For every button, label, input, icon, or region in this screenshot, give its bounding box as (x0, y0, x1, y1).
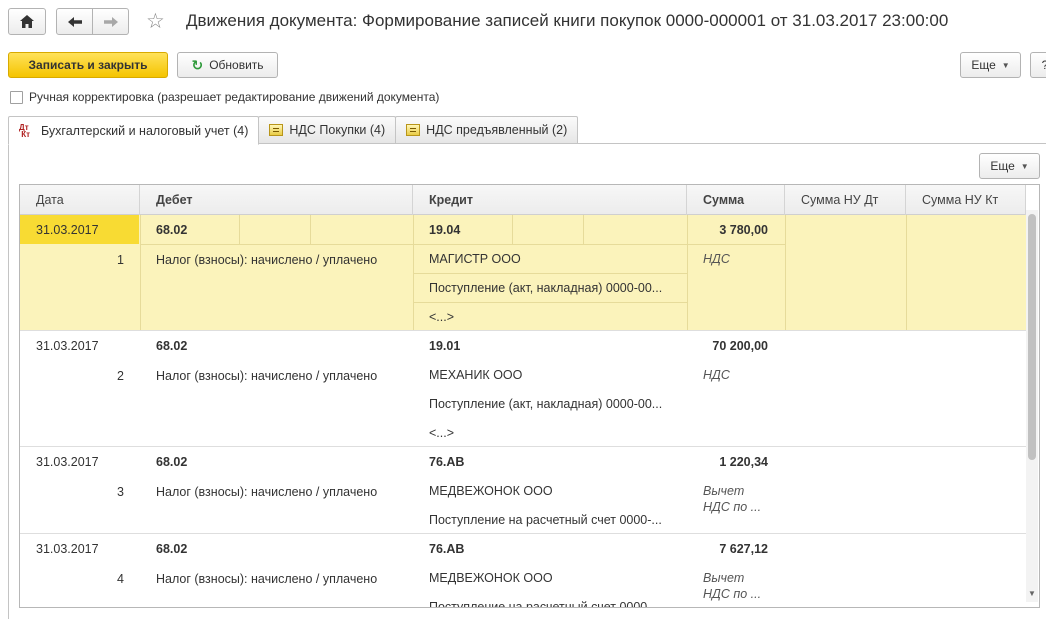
credit-subconto-1: МЕДВЕЖОНОК ООО (429, 484, 553, 498)
arrow-right-icon (103, 16, 118, 27)
table-row[interactable]: 31.03.2017 1 68.02 Налог (взносы): начис… (20, 215, 1026, 331)
favorite-star-icon[interactable]: ☆ (146, 9, 165, 34)
debit-subconto: Налог (взносы): начислено / уплачено (156, 253, 378, 267)
help-button[interactable]: ? (1030, 52, 1046, 78)
scrollbar-thumb[interactable] (1028, 214, 1036, 460)
table-row[interactable]: 31.03.2017 4 68.02 Налог (взносы): начис… (20, 534, 1026, 608)
save-close-button[interactable]: Записать и закрыть (8, 52, 168, 78)
amount-description-2: НДС по ... (703, 587, 762, 601)
window-title: Движения документа: Формирование записей… (186, 11, 949, 30)
debit-account: 68.02 (156, 339, 188, 353)
back-button[interactable] (56, 8, 93, 35)
posting-amount: 70 200,00 (712, 339, 768, 353)
posting-date: 31.03.2017 (36, 339, 99, 353)
grid-more-menu-button[interactable]: Еще ▼ (979, 153, 1040, 179)
posting-number: 3 (117, 485, 124, 499)
home-button[interactable] (8, 8, 46, 35)
tab-label: НДС Покупки (4) (289, 123, 386, 137)
debit-subconto: Налог (взносы): начислено / уплачено (156, 572, 378, 586)
column-header-debit[interactable]: Дебет (140, 185, 413, 215)
manual-edit-label: Ручная корректировка (разрешает редактир… (29, 90, 440, 104)
credit-subconto-1: МЕДВЕЖОНОК ООО (429, 571, 553, 585)
posting-date: 31.03.2017 (36, 455, 99, 469)
more-label: Еще (990, 159, 1015, 173)
credit-account: 76.АВ (429, 455, 465, 469)
credit-subconto-2: Поступление (акт, накладная) 0000-00... (429, 281, 663, 295)
credit-subconto-2: Поступление на расчетный счет 0000-... (429, 600, 662, 608)
more-label: Еще (971, 58, 996, 72)
amount-description: Вычет (703, 571, 745, 585)
debit-account: 68.02 (156, 455, 188, 469)
tab-vat-presented[interactable]: НДС предъявленный (2) (395, 116, 579, 144)
arrow-left-icon (67, 16, 82, 27)
credit-subconto-1: МАГИСТР ООО (429, 252, 521, 266)
tab-accounting[interactable]: Дт Кт Бухгалтерский и налоговый учет (4) (8, 116, 260, 145)
table-header: Дата Дебет Кредит Сумма Сумма НУ Дт Сумм… (20, 185, 1026, 215)
credit-subconto-3: <...> (429, 310, 455, 324)
dropdown-caret-icon: ▼ (1001, 60, 1010, 70)
posting-number: 4 (117, 572, 124, 586)
forward-button[interactable] (92, 8, 129, 35)
register-tabs: Дт Кт Бухгалтерский и налоговый учет (4)… (8, 116, 579, 145)
credit-account: 76.АВ (429, 542, 465, 556)
column-header-amount-tax-dt[interactable]: Сумма НУ Дт (785, 185, 906, 215)
debit-account: 68.02 (156, 223, 188, 237)
dropdown-caret-icon: ▼ (1020, 161, 1029, 171)
help-label: ? (1042, 58, 1046, 72)
column-header-date[interactable]: Дата (20, 185, 140, 215)
register-icon (269, 124, 284, 136)
register-icon (406, 124, 421, 136)
credit-subconto-2: Поступление на расчетный счет 0000-... (429, 513, 662, 527)
refresh-button[interactable]: ↻ Обновить (177, 52, 278, 78)
manual-edit-option[interactable]: Ручная корректировка (разрешает редактир… (10, 90, 439, 104)
table-row[interactable]: 31.03.2017 3 68.02 Налог (взносы): начис… (20, 447, 1026, 534)
refresh-label: Обновить (209, 58, 264, 72)
amount-description: Вычет (703, 484, 745, 498)
posting-amount: 3 780,00 (719, 223, 768, 237)
tab-label: НДС предъявленный (2) (426, 123, 568, 137)
refresh-icon: ↻ (191, 56, 204, 73)
tab-label: Бухгалтерский и налоговый учет (4) (41, 123, 249, 138)
credit-subconto-3: <...> (429, 426, 455, 440)
posting-number: 1 (117, 253, 124, 267)
column-header-amount-tax-kt[interactable]: Сумма НУ Кт (906, 185, 1026, 215)
table-scrollbar[interactable]: ▼ (1026, 210, 1038, 602)
column-header-credit[interactable]: Кредит (413, 185, 687, 215)
posting-amount: 1 220,34 (719, 455, 768, 469)
debit-account: 68.02 (156, 542, 188, 556)
posting-date: 31.03.2017 (36, 542, 99, 556)
amount-description-2: НДС по ... (703, 500, 762, 514)
scroll-down-icon[interactable]: ▼ (1028, 589, 1036, 598)
credit-account: 19.04 (429, 223, 461, 237)
credit-subconto-2: Поступление (акт, накладная) 0000-00... (429, 397, 663, 411)
debit-subconto: Налог (взносы): начислено / уплачено (156, 485, 378, 499)
posting-number: 2 (117, 369, 124, 383)
posting-amount: 7 627,12 (719, 542, 768, 556)
credit-subconto-1: МЕХАНИК ООО (429, 368, 523, 382)
credit-account: 19.01 (429, 339, 461, 353)
more-menu-button[interactable]: Еще ▼ (960, 52, 1021, 78)
column-header-amount[interactable]: Сумма (687, 185, 785, 215)
posting-date: 31.03.2017 (36, 223, 99, 237)
manual-edit-checkbox[interactable] (10, 90, 23, 104)
tab-vat-purchases[interactable]: НДС Покупки (4) (258, 116, 397, 144)
dt-kt-icon: Дт Кт (19, 122, 31, 139)
home-icon (20, 15, 34, 28)
table-row[interactable]: 31.03.2017 2 68.02 Налог (взносы): начис… (20, 331, 1026, 447)
postings-table[interactable]: Дата Дебет Кредит Сумма Сумма НУ Дт Сумм… (19, 184, 1040, 608)
amount-description: НДС (703, 368, 730, 382)
amount-description: НДС (703, 252, 730, 266)
debit-subconto: Налог (взносы): начислено / уплачено (156, 369, 378, 383)
